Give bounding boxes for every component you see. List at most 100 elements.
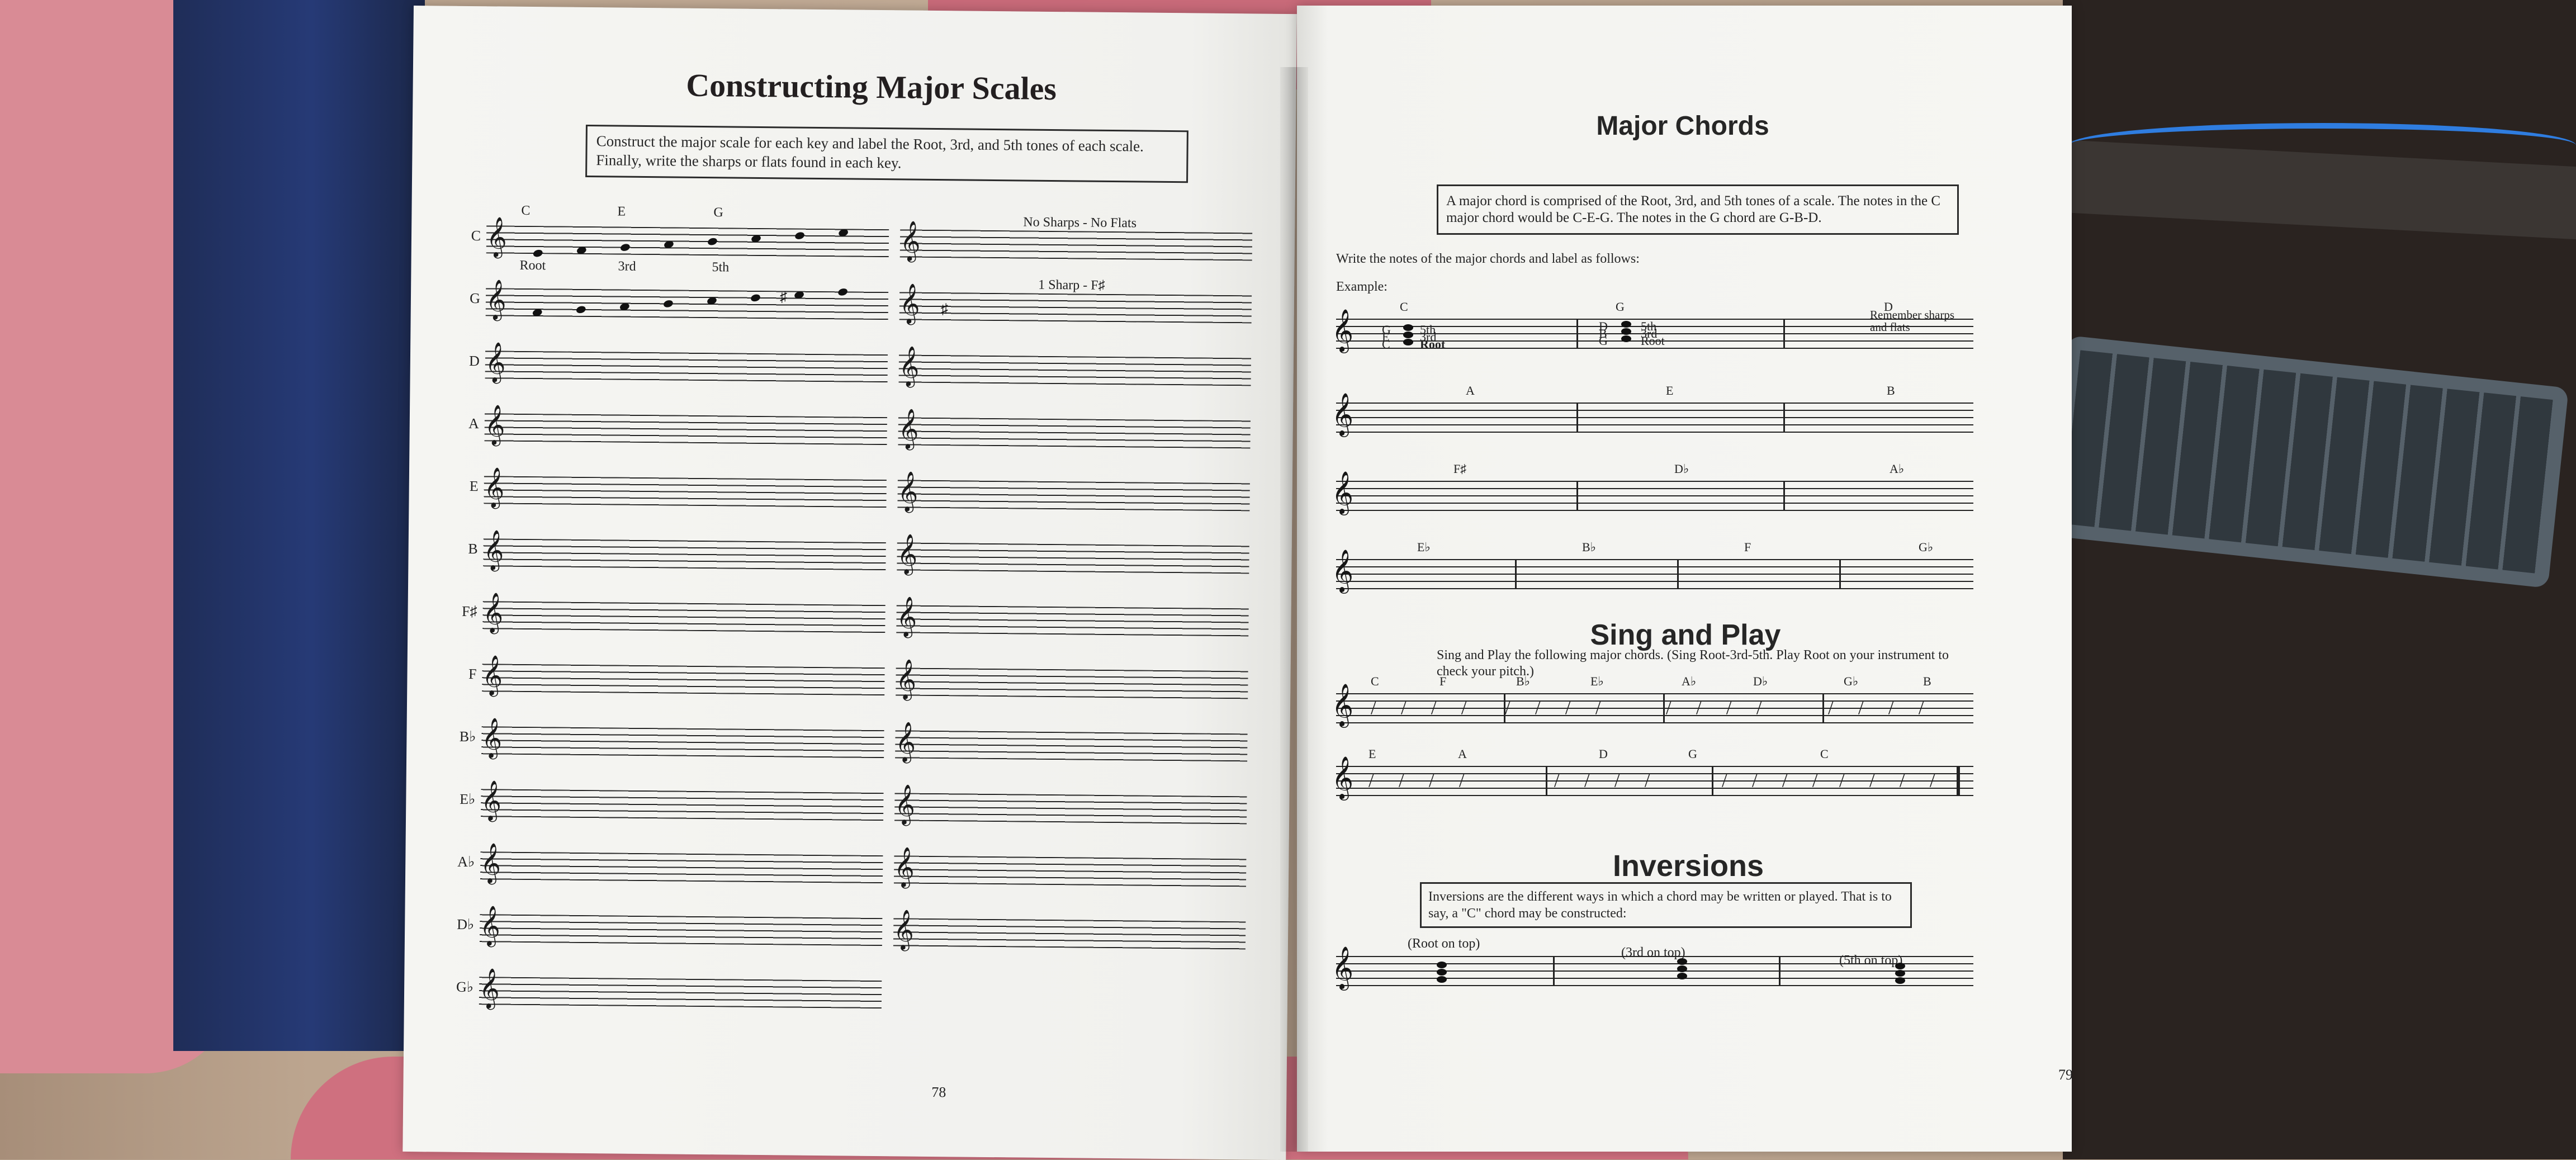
measure-bar	[1839, 559, 1841, 589]
measure-bar	[1822, 693, 1824, 723]
scale-staff-second: 𝄞	[896, 660, 1248, 699]
sing-chord-label: G	[1688, 747, 1697, 761]
scale-row-f: F 𝄞 𝄞	[456, 652, 1251, 711]
sing-and-play-title: Sing and Play	[1590, 619, 1781, 651]
staff-lines	[895, 730, 1248, 762]
scale-third-label: 3rd	[618, 259, 636, 274]
scale-staff-second: 𝄞	[895, 723, 1248, 762]
scale-row-e: E 𝄞 𝄞	[458, 465, 1252, 523]
measure-bar	[1783, 403, 1785, 433]
chord-label-b: B	[1887, 383, 1895, 397]
scale-key-label: G	[470, 290, 481, 307]
scale-key-label: B	[468, 540, 478, 557]
treble-clef-icon: 𝄞	[1332, 757, 1354, 798]
sing-chord-label: B	[1923, 674, 1931, 688]
staff-lines	[481, 726, 884, 759]
chord-label-a: A	[1466, 383, 1475, 397]
sing-play-staff-1: 𝄞 C F B♭ E♭ A♭ D♭ G♭ B / / / / / / / / /…	[1332, 674, 1973, 726]
treble-clef-icon: 𝄞	[1332, 551, 1354, 591]
scale-note-g-label: G	[713, 205, 723, 220]
scale-note-c-label: C	[521, 203, 531, 219]
scale-row-d: D 𝄞 𝄞	[459, 339, 1253, 397]
scale-note-e-label: E	[617, 204, 626, 219]
rhythm-slashes: / / / /	[1505, 698, 1611, 718]
left-page-number: 78	[931, 1083, 946, 1101]
treble-clef-icon: 𝄞	[897, 535, 918, 574]
chord-label-f: F	[1744, 540, 1751, 554]
treble-clef-icon: 𝄞	[484, 468, 505, 507]
scale-staff-first: 𝄞	[482, 594, 886, 633]
staff-lines	[897, 542, 1249, 574]
scale-staff-second: 𝄞	[893, 911, 1246, 950]
left-page-instruction-box: Construct the major scale for each key a…	[585, 124, 1188, 183]
chord-label-e: E	[1666, 383, 1674, 397]
sing-chord-label: D♭	[1753, 674, 1768, 688]
treble-clef-icon: 𝄞	[483, 531, 504, 570]
scale-staff-first: 𝄞	[483, 531, 886, 571]
treble-clef-icon: 𝄞	[482, 656, 503, 695]
inversion-label-fifth: (5th on top)	[1839, 953, 1903, 968]
inversions-box: Inversions are the different ways in whi…	[1420, 882, 1912, 928]
scale-staff-area: 𝄞 𝄞	[485, 343, 1252, 386]
scale-staff-area: 𝄞 𝄞	[480, 907, 1246, 950]
treble-clef-icon: 𝄞	[899, 285, 920, 323]
blue-cloth	[173, 0, 425, 1051]
scale-exercise-area: C 𝄞 C E G Root 3rd 5th 𝄞 No Sharps - No …	[456, 203, 1254, 1009]
scale-staff-first: 𝄞	[484, 468, 887, 508]
inversion-note	[1437, 976, 1447, 983]
staff-lines	[483, 538, 886, 571]
scale-row-d-flat: D♭ 𝄞 𝄞	[454, 903, 1248, 961]
treble-clef-icon: 𝄞	[1332, 948, 1354, 988]
rhythm-slashes: / / / /	[1722, 770, 1828, 791]
staff-lines	[897, 480, 1250, 512]
scale-key-label: A	[468, 415, 479, 432]
chord-root-label: Root	[1641, 334, 1665, 348]
rhythm-slashes: / / / /	[1368, 770, 1475, 791]
remember-sharps-flats: Remember sharps and flats	[1870, 308, 1955, 334]
scale-row-e-flat: E♭ 𝄞 𝄞	[455, 778, 1249, 836]
scale-staff-area: 𝄞 C E G Root 3rd 5th 𝄞 No Sharps - No Fl…	[486, 203, 1253, 274]
treble-clef-icon: 𝄞	[1332, 685, 1354, 726]
treble-clef-icon: 𝄞	[481, 719, 503, 757]
rhythm-slashes: / / / /	[1828, 698, 1934, 718]
staff-lines	[482, 664, 885, 696]
scale-staff-second: 𝄞	[897, 472, 1250, 512]
sing-chord-label: E♭	[1590, 674, 1604, 688]
scale-staff-area: 𝄞 ♯ 𝄞 ♯ 1 Sharp - F♯	[486, 278, 1252, 324]
chord-label-a-flat: A♭	[1890, 462, 1905, 476]
staff-lines	[485, 351, 888, 383]
inversions-title: Inversions	[1612, 849, 1764, 883]
rhythm-slashes: / / / /	[1371, 698, 1477, 718]
staff-lines	[893, 855, 1247, 887]
chord-note	[1621, 335, 1631, 342]
scale-staff-second: 𝄞	[899, 347, 1252, 386]
measure-bar	[1663, 693, 1665, 723]
scale-key-label: A♭	[457, 853, 475, 870]
inversion-note	[1437, 969, 1447, 976]
scale-row-g-flat: G♭ 𝄞	[453, 965, 1248, 1024]
measure-bar	[1504, 693, 1505, 723]
sing-chord-label: C	[1371, 674, 1379, 688]
chord-label-c: C	[1400, 300, 1408, 314]
scale-key-label: E♭	[460, 790, 476, 808]
staff-lines	[894, 793, 1247, 825]
scale-key-label: C	[471, 228, 481, 244]
sing-chord-label: E	[1368, 747, 1376, 761]
scale-key-label: D	[468, 352, 480, 370]
measure-bar	[1576, 319, 1578, 349]
scale-key-label: G♭	[456, 978, 474, 996]
scale-staff-second: 𝄞	[896, 598, 1249, 637]
chord-label-d-flat: D♭	[1674, 462, 1689, 476]
scale-staff-area: 𝄞 𝄞	[482, 656, 1248, 699]
chord-note	[1403, 324, 1413, 331]
scale-staff-first: 𝄞	[480, 907, 883, 946]
chord-note-label-c: C	[1382, 337, 1390, 351]
scale-staff-area: 𝄞 𝄞	[483, 531, 1249, 574]
treble-clef-icon: 𝄞	[486, 218, 508, 257]
sing-chord-label: F	[1439, 674, 1447, 688]
measure-bar	[1553, 956, 1555, 986]
treble-clef-icon: 𝄞	[479, 907, 501, 945]
scale-staff-second: 𝄞	[897, 535, 1249, 574]
sing-chord-label: G♭	[1844, 674, 1859, 688]
scale-staff-first: 𝄞 C E G Root 3rd 5th	[486, 203, 889, 274]
